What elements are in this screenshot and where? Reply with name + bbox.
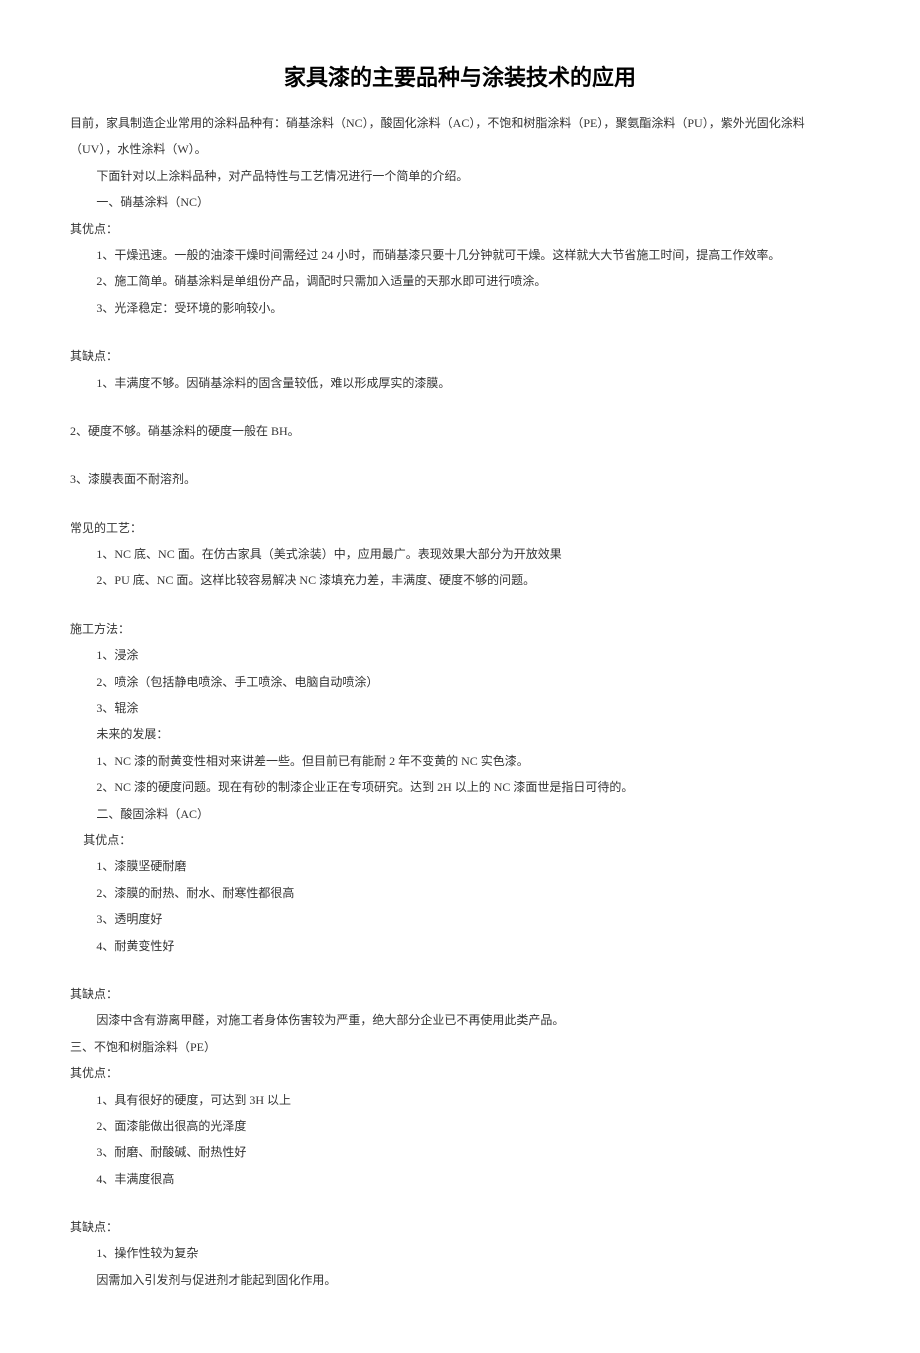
section-2-heading: 二、酸固涂料（AC） [70,801,850,827]
list-item: 2、PU 底、NC 面。这样比较容易解决 NC 漆填充力差，丰满度、硬度不够的问… [70,567,850,593]
list-item: 4、耐黄变性好 [70,933,850,959]
section-2-advantage-label: 其优点： [70,827,850,853]
section-1-disadvantage-label: 其缺点： [70,343,850,369]
list-item: 1、操作性较为复杂 [70,1240,850,1266]
section-3-advantage-label: 其优点： [70,1060,850,1086]
list-item: 3、透明度好 [70,906,850,932]
list-item: 2、硬度不够。硝基涂料的硬度一般在 BH。 [70,418,850,444]
list-item: 因需加入引发剂与促进剂才能起到固化作用。 [70,1267,850,1293]
section-1-method-label: 施工方法： [70,616,850,642]
list-item: 1、干燥迅速。一般的油漆干燥时间需经过 24 小时，而硝基漆只要十几分钟就可干燥… [70,242,850,268]
section-2-disadvantage-label: 其缺点： [70,981,850,1007]
list-item: 3、光泽稳定：受环境的影响较小。 [70,295,850,321]
list-item: 2、面漆能做出很高的光泽度 [70,1113,850,1139]
intro-paragraph-2: 下面针对以上涂料品种，对产品特性与工艺情况进行一个简单的介绍。 [70,163,850,189]
list-item: 1、浸涂 [70,642,850,668]
intro-paragraph-1: 目前，家具制造企业常用的涂料品种有：硝基涂料（NC），酸固化涂料（AC），不饱和… [70,110,850,163]
list-item: 1、NC 漆的耐黄变性相对来讲差一些。但目前已有能耐 2 年不变黄的 NC 实色… [70,748,850,774]
list-item: 3、辊涂 [70,695,850,721]
list-item: 3、耐磨、耐酸碱、耐热性好 [70,1139,850,1165]
list-item: 2、漆膜的耐热、耐水、耐寒性都很高 [70,880,850,906]
list-item: 4、丰满度很高 [70,1166,850,1192]
section-3-disadvantage-label: 其缺点： [70,1214,850,1240]
section-1-craft-label: 常见的工艺： [70,515,850,541]
section-1-heading: 一、硝基涂料（NC） [70,189,850,215]
section-1-future-label: 未来的发展： [70,721,850,747]
list-item: 因漆中含有游离甲醛，对施工者身体伤害较为严重，绝大部分企业已不再使用此类产品。 [70,1007,850,1033]
page-title: 家具漆的主要品种与涂装技术的应用 [70,60,850,92]
list-item: 2、NC 漆的硬度问题。现在有砂的制漆企业正在专项研究。达到 2H 以上的 NC… [70,774,850,800]
list-item: 1、漆膜坚硬耐磨 [70,853,850,879]
list-item: 2、施工简单。硝基涂料是单组份产品，调配时只需加入适量的天那水即可进行喷涂。 [70,268,850,294]
list-item: 3、漆膜表面不耐溶剂。 [70,466,850,492]
list-item: 2、喷涂（包括静电喷涂、手工喷涂、电脑自动喷涂） [70,669,850,695]
list-item: 1、NC 底、NC 面。在仿古家具（美式涂装）中，应用最广。表现效果大部分为开放… [70,541,850,567]
section-1-advantage-label: 其优点： [70,216,850,242]
section-3-heading: 三、不饱和树脂涂料（PE） [70,1034,850,1060]
list-item: 1、丰满度不够。因硝基涂料的固含量较低，难以形成厚实的漆膜。 [70,370,850,396]
list-item: 1、具有很好的硬度，可达到 3H 以上 [70,1087,850,1113]
